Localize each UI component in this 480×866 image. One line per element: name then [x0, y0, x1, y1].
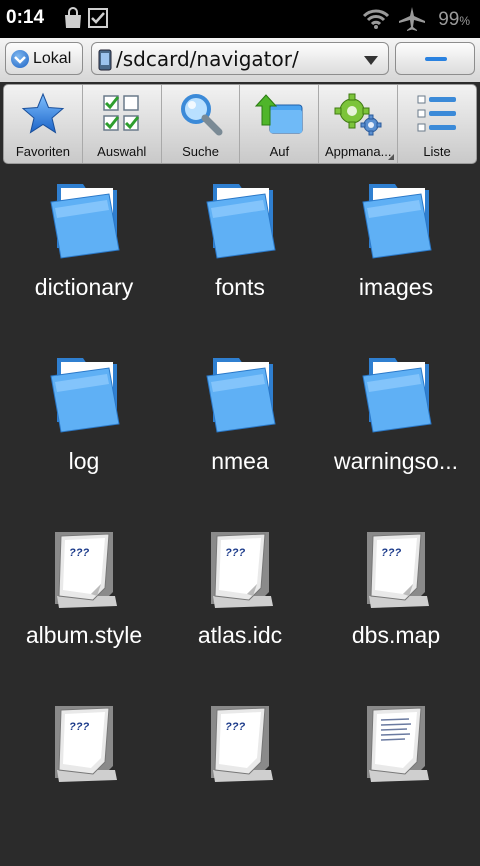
file-name: dbs.map — [351, 622, 441, 648]
file-name: album.style — [25, 622, 143, 648]
storage-label: Lokal — [33, 50, 72, 67]
battery-level: 99% — [438, 9, 470, 30]
svg-text:???: ??? — [381, 547, 401, 559]
folder-icon — [206, 184, 276, 259]
more-indicator-icon — [388, 154, 395, 160]
status-bar: 0:14 99% — [0, 0, 480, 38]
toolbar-label: Auf — [269, 144, 290, 159]
file-item-atlas-idc[interactable]: ??? atlas.idc — [160, 518, 320, 692]
folder-item-warningsounds[interactable]: warningso... — [316, 344, 476, 518]
folder-item-dictionary[interactable]: dictionary — [4, 170, 164, 344]
folder-icon — [50, 358, 120, 433]
unknown-file-icon: ??? — [367, 532, 429, 608]
file-item[interactable]: ??? — [160, 692, 320, 866]
shopping-bag-icon — [65, 7, 81, 28]
file-name: nmea — [211, 448, 269, 474]
location-bar: Lokal /sdcard/navigator/ — [0, 38, 480, 82]
unknown-file-icon: ??? — [211, 706, 273, 782]
toolbar-up[interactable]: Auf — [240, 85, 320, 163]
svg-text:???: ??? — [69, 721, 89, 733]
file-item[interactable] — [316, 692, 476, 866]
folder-item-nmea[interactable]: nmea — [160, 344, 320, 518]
list-view-icon — [417, 95, 457, 132]
folder-icon — [362, 184, 432, 259]
file-item[interactable]: ??? — [4, 692, 164, 866]
folder-item-log[interactable]: log — [4, 344, 164, 518]
toolbar-select[interactable]: Auswahl — [83, 85, 162, 163]
toolbar-label: Liste — [423, 144, 451, 159]
file-name: images — [358, 274, 434, 300]
collapse-button[interactable] — [395, 42, 475, 75]
svg-text:???: ??? — [225, 721, 245, 733]
toolbar-search[interactable]: Suche — [162, 85, 241, 163]
storage-button[interactable]: Lokal — [5, 42, 83, 75]
toolbar-label: Favoriten — [15, 144, 71, 159]
toolbar: Favoriten Auswahl Suche Auf Appmana... L… — [3, 84, 477, 164]
folder-icon — [362, 358, 432, 433]
up-folder-icon — [255, 94, 303, 134]
clock: 0:14 — [6, 7, 45, 28]
airplane-mode-icon — [399, 7, 425, 31]
file-item-album-style[interactable]: ??? album.style — [4, 518, 164, 692]
path-dropdown[interactable]: /sdcard/navigator/ — [91, 42, 389, 75]
file-name: fonts — [215, 274, 265, 300]
svg-text:???: ??? — [69, 547, 89, 559]
text-file-icon — [367, 706, 429, 782]
folder-item-images[interactable]: images — [316, 170, 476, 344]
unknown-file-icon: ??? — [211, 532, 273, 608]
toolbar-label: Appmana... — [324, 144, 392, 159]
chevron-down-icon — [11, 50, 29, 68]
toolbar-label: Suche — [182, 144, 219, 159]
svg-text:???: ??? — [225, 547, 245, 559]
file-name: dictionary — [34, 274, 134, 300]
folder-icon — [50, 184, 120, 259]
toolbar-favorites[interactable]: Favoriten — [4, 85, 83, 163]
file-name: log — [68, 448, 100, 474]
dropdown-arrow-icon — [364, 56, 378, 65]
file-name: atlas.idc — [197, 622, 283, 648]
toolbar-list-view[interactable]: Liste — [398, 85, 476, 163]
toolbar-label: Auswahl — [97, 144, 147, 159]
current-path: /sdcard/navigator/ — [116, 47, 299, 71]
file-item-dbs-map[interactable]: ??? dbs.map — [316, 518, 476, 692]
checklist-icon — [102, 95, 139, 131]
unknown-file-icon: ??? — [55, 706, 117, 782]
toolbar-app-manager[interactable]: Appmana... — [319, 85, 399, 163]
folder-item-fonts[interactable]: fonts — [160, 170, 320, 344]
star-icon — [21, 92, 65, 134]
gears-icon — [334, 93, 382, 136]
folder-icon — [206, 358, 276, 433]
minus-icon — [425, 57, 447, 61]
magnifier-icon — [180, 94, 223, 136]
unknown-file-icon: ??? — [55, 532, 117, 608]
checkbox-icon — [88, 8, 108, 28]
file-name: warningso... — [333, 448, 458, 474]
wifi-icon — [362, 9, 390, 29]
phone-icon — [98, 49, 112, 71]
